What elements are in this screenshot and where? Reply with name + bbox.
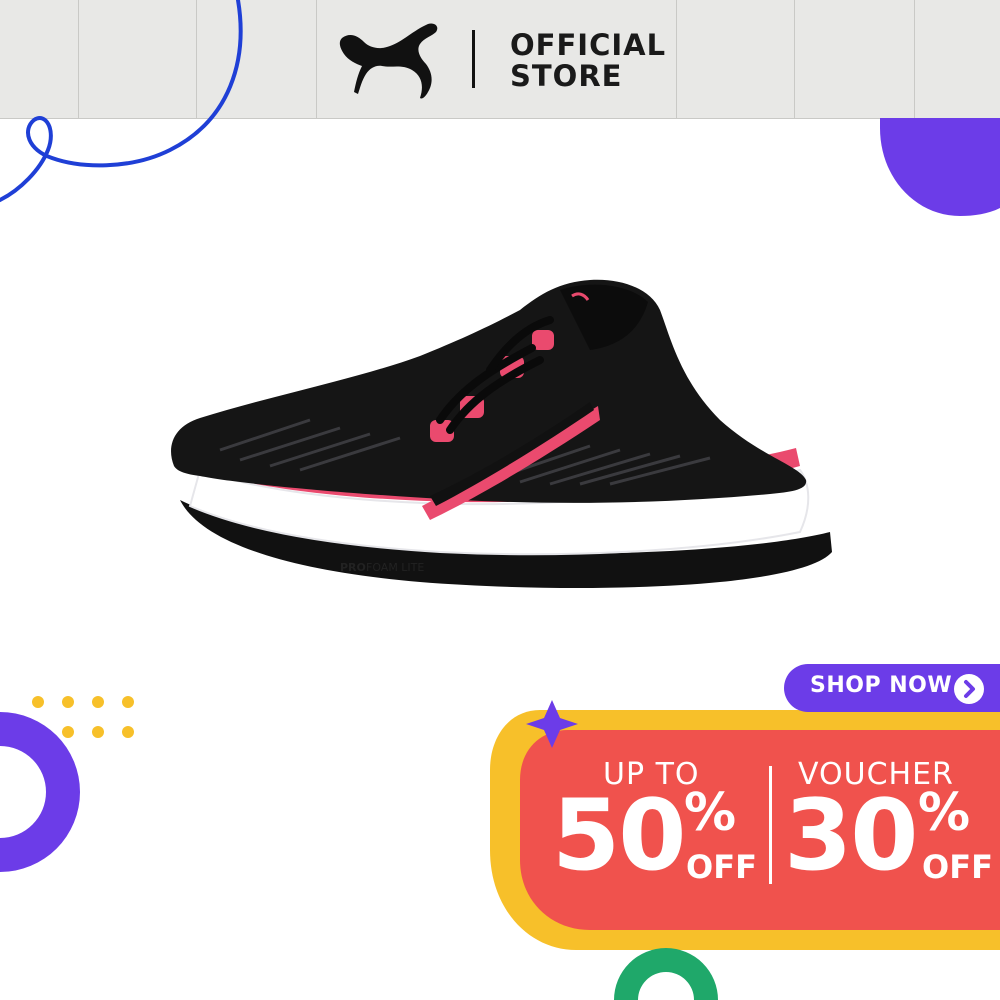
green-ring-decoration xyxy=(614,948,718,1000)
grid-line xyxy=(316,0,317,118)
voucher-off: OFF xyxy=(922,848,993,886)
puma-cat-icon xyxy=(336,20,446,108)
voucher-value: 30 xyxy=(784,779,918,893)
blue-swirl-decoration xyxy=(0,0,243,202)
grid-line xyxy=(676,0,677,118)
discount-value: 50 xyxy=(552,779,686,893)
header-divider xyxy=(472,30,475,88)
running-shoe-image: PRO FOAM LITE xyxy=(171,279,832,588)
official-text: OFFICIAL xyxy=(510,28,667,62)
midsole-text: FOAM LITE xyxy=(366,561,424,574)
chevron-right-icon[interactable] xyxy=(954,674,984,704)
midsole-text-bold: PRO xyxy=(340,561,366,574)
voucher-percent: % xyxy=(918,783,971,843)
grid-line xyxy=(794,0,795,118)
official-store-label: OFFICIAL STORE xyxy=(510,30,666,92)
grid-line xyxy=(914,0,915,118)
purple-ring-decoration xyxy=(0,712,80,872)
discount-percent: % xyxy=(684,783,737,843)
shop-now-label[interactable]: SHOP NOW xyxy=(810,673,952,698)
discount-off: OFF xyxy=(686,848,757,886)
purple-circle-decoration xyxy=(880,118,1000,216)
store-text: STORE xyxy=(510,59,623,93)
